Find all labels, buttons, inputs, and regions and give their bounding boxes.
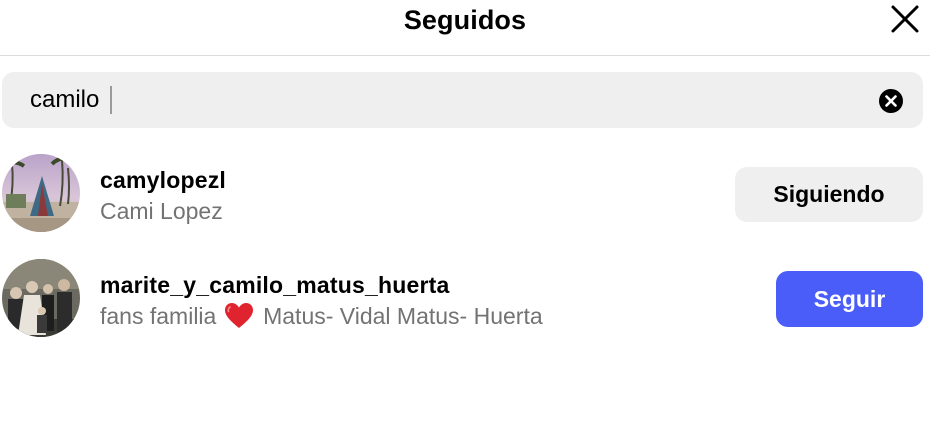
full-name: fans familia Matus- Vidal Matus- Huerta (100, 302, 543, 330)
search-input[interactable] (30, 72, 850, 128)
full-name-suffix: Matus- Vidal Matus- Huerta (263, 303, 543, 329)
list-item[interactable]: camylopezl Cami Lopez Siguiendo (0, 154, 930, 234)
close-icon[interactable] (888, 2, 922, 36)
red-heart-icon (224, 303, 253, 329)
following-dialog: Seguidos camilo camylopezl Cami Lopez Si… (0, 0, 930, 443)
full-name-prefix: fans familia (100, 303, 217, 329)
username[interactable]: marite_y_camilo_matus_huerta (100, 271, 450, 299)
full-name: Cami Lopez (100, 198, 223, 224)
follow-button[interactable]: Seguir (776, 271, 923, 327)
avatar[interactable] (2, 154, 80, 232)
avatar[interactable] (2, 259, 80, 337)
clear-circle-icon[interactable] (878, 88, 904, 114)
following-button[interactable]: Siguiendo (735, 167, 923, 222)
username[interactable]: camylopezl (100, 166, 226, 194)
dialog-title: Seguidos (403, 5, 527, 35)
search-box (2, 72, 923, 128)
dialog-header: Seguidos (0, 0, 930, 56)
list-item[interactable]: marite_y_camilo_matus_huerta fans famili… (0, 259, 930, 339)
text-caret (110, 86, 112, 114)
